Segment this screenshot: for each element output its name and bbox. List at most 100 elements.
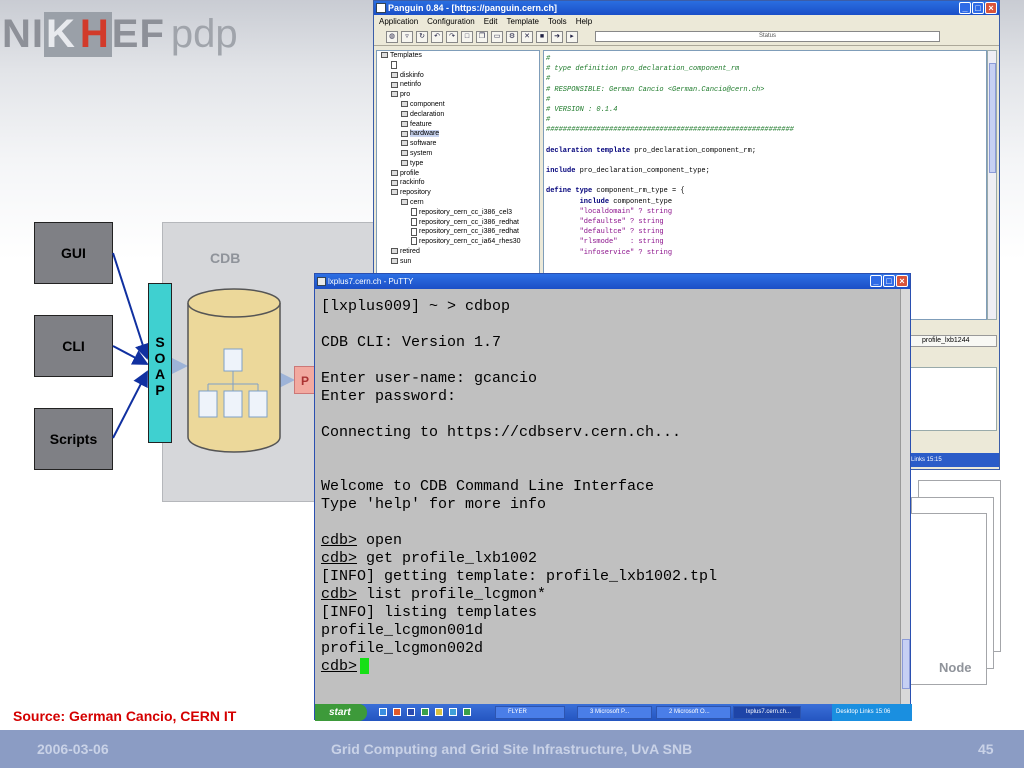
start-button[interactable]: start bbox=[315, 704, 367, 721]
stop-icon[interactable]: ■ bbox=[536, 30, 548, 43]
editor-line: # bbox=[546, 115, 984, 125]
terminal-line: cdb> get profile_lxb1002 bbox=[321, 550, 902, 568]
tree-item-label: sun bbox=[400, 257, 412, 265]
tree-item[interactable]: pro bbox=[377, 90, 539, 100]
terminal-text: Welcome to CDB Command Line Interface bbox=[321, 478, 655, 495]
tree-item[interactable]: component bbox=[377, 100, 539, 110]
panguin-title-bar[interactable]: Panguin 0.84 - [https://panguin.cern.ch]… bbox=[374, 1, 999, 15]
editor-token: pro_declaration_component_rm; bbox=[630, 146, 757, 155]
editor-scrollbar-thumb[interactable] bbox=[989, 63, 996, 173]
quicklaunch-ie-icon[interactable] bbox=[379, 708, 387, 716]
delete-icon[interactable]: ✕ bbox=[521, 30, 533, 43]
commit-icon[interactable]: ➜ bbox=[551, 30, 563, 43]
folder-icon bbox=[391, 248, 398, 255]
open-icon[interactable]: ▭ bbox=[491, 30, 503, 43]
quicklaunch-putty-icon[interactable] bbox=[435, 708, 443, 716]
terminal-text: Type 'help' for more info bbox=[321, 496, 547, 513]
putty-title-bar[interactable]: lxplus7.cern.ch - PuTTY _ □ × bbox=[315, 274, 910, 289]
tree-item[interactable]: declaration bbox=[377, 110, 539, 120]
new-template-icon[interactable]: □ bbox=[461, 30, 473, 43]
quicklaunch-word-icon[interactable] bbox=[407, 708, 415, 716]
quicklaunch-excel-icon[interactable] bbox=[421, 708, 429, 716]
folder-icon bbox=[401, 120, 408, 127]
quicklaunch-excel2-icon[interactable] bbox=[463, 708, 471, 716]
disconnect-icon[interactable]: ▿ bbox=[401, 30, 413, 43]
tree-item[interactable]: type bbox=[377, 159, 539, 169]
minimize-icon[interactable]: _ bbox=[959, 2, 971, 14]
task-flyer[interactable]: FLYER bbox=[495, 706, 565, 719]
menu-template[interactable]: Template bbox=[507, 15, 539, 28]
terminal-text: get profile_lxb1002 bbox=[357, 550, 538, 567]
editor-scrollbar[interactable] bbox=[987, 50, 997, 320]
footer-page-number: 45 bbox=[978, 741, 994, 757]
tree-item[interactable]: diskinfo bbox=[377, 71, 539, 81]
terminal-line: CDB CLI: Version 1.7 bbox=[321, 334, 902, 352]
slide-footer: 2006-03-06 Grid Computing and Grid Site … bbox=[0, 730, 1024, 768]
folder-icon bbox=[401, 150, 408, 157]
file-icon bbox=[411, 227, 417, 236]
menu-tools[interactable]: Tools bbox=[548, 15, 567, 28]
tree-item[interactable]: hardware bbox=[377, 129, 539, 139]
tree-item[interactable]: repository_cern_cc_i386_redhat bbox=[377, 227, 539, 237]
terminal-line: [INFO] listing templates bbox=[321, 604, 902, 622]
putty-window[interactable]: lxplus7.cern.ch - PuTTY _ □ × [lxplus009… bbox=[314, 273, 912, 721]
putty-close-icon[interactable]: × bbox=[896, 275, 908, 287]
menu-application[interactable]: Application bbox=[379, 15, 418, 28]
tree-item[interactable]: sun bbox=[377, 257, 539, 267]
connect-icon[interactable]: ◍ bbox=[386, 30, 398, 43]
refresh-icon[interactable]: ↻ bbox=[416, 30, 428, 43]
tree-item[interactable]: Templates bbox=[377, 51, 539, 61]
tree-item[interactable]: profile bbox=[377, 169, 539, 179]
quicklaunch-app-icon[interactable] bbox=[449, 708, 457, 716]
close-icon[interactable]: × bbox=[985, 2, 997, 14]
putty-maximize-icon[interactable]: □ bbox=[883, 275, 895, 287]
terminal-output[interactable]: [lxplus009] ~ > cdbop CDB CLI: Version 1.… bbox=[315, 289, 902, 704]
tree-item-label: component bbox=[410, 100, 445, 108]
terminal-cursor[interactable] bbox=[360, 658, 370, 675]
menu-help[interactable]: Help bbox=[576, 15, 592, 28]
terminal-text: list profile_lcgmon* bbox=[357, 586, 547, 603]
terminal-scrollbar[interactable] bbox=[900, 289, 910, 704]
terminal-line: Enter user-name: gcancio bbox=[321, 370, 902, 388]
putty-minimize-icon[interactable]: _ bbox=[870, 275, 882, 287]
editor-line: "infoservice" ? string bbox=[546, 248, 984, 258]
tree-item[interactable]: repository_cern_cc_i386_cel3 bbox=[377, 207, 539, 218]
tree-item[interactable]: software bbox=[377, 139, 539, 149]
forward-icon[interactable]: ▸ bbox=[566, 30, 578, 43]
tree-item[interactable]: feature bbox=[377, 120, 539, 130]
cdb-prompt: cdb> bbox=[321, 586, 358, 603]
maximize-icon[interactable]: □ bbox=[972, 2, 984, 14]
editor-token: pro_declaration_component_type; bbox=[575, 167, 710, 176]
terminal-scrollbar-thumb[interactable] bbox=[902, 639, 910, 689]
redo-icon[interactable]: ↷ bbox=[446, 30, 458, 43]
tree-item[interactable]: rackinfo bbox=[377, 178, 539, 188]
task-putty[interactable]: lxplus7.cern.ch... bbox=[733, 706, 801, 719]
tree-item[interactable]: retired bbox=[377, 247, 539, 257]
tree-item[interactable]: repository_cern_cc_ia64_rhes30 bbox=[377, 237, 539, 247]
folder-icon bbox=[401, 159, 408, 166]
editor-token: define type bbox=[546, 187, 593, 196]
copy-icon[interactable]: ❐ bbox=[476, 30, 488, 43]
terminal-line: [INFO] getting template: profile_lxb1002… bbox=[321, 568, 902, 586]
tree-item[interactable]: cern bbox=[377, 198, 539, 208]
tree-item[interactable]: repository_cern_cc_i386_redhat bbox=[377, 217, 539, 228]
editor-line: # bbox=[546, 74, 984, 84]
tree-item[interactable]: netinfo bbox=[377, 80, 539, 90]
undo-icon[interactable]: ↶ bbox=[431, 30, 443, 43]
task-powerpoint[interactable]: 3 Microsoft P... bbox=[577, 706, 652, 719]
menu-configuration[interactable]: Configuration bbox=[427, 15, 475, 28]
menu-edit[interactable]: Edit bbox=[484, 15, 498, 28]
compile-icon[interactable]: ⚙ bbox=[506, 30, 518, 43]
tree-item[interactable]: repository bbox=[377, 188, 539, 198]
tree-item[interactable]: system bbox=[377, 149, 539, 159]
editor-line: ########################################… bbox=[546, 125, 984, 135]
editor-token bbox=[546, 198, 580, 206]
quicklaunch-office-icon[interactable] bbox=[393, 708, 401, 716]
tree-item[interactable] bbox=[377, 60, 539, 71]
file-icon bbox=[411, 217, 417, 226]
terminal-line: Enter password: bbox=[321, 388, 902, 406]
task-outlook[interactable]: 2 Microsoft O... bbox=[656, 706, 731, 719]
tab-profile-lxb1244[interactable]: profile_lxb1244 bbox=[909, 335, 997, 347]
